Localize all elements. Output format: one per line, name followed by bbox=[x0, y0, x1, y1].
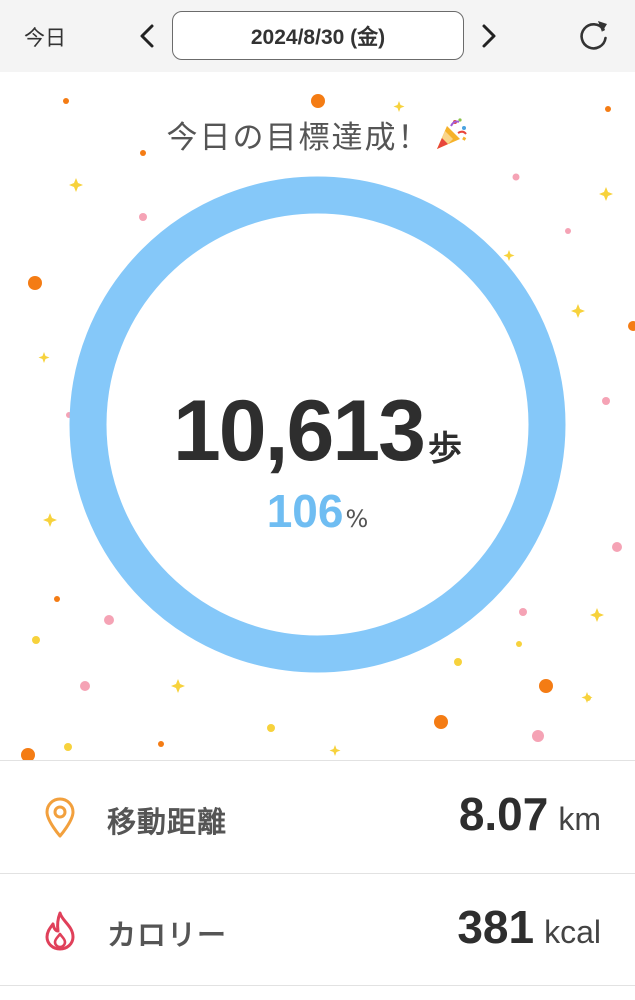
goal-percentage-unit: % bbox=[345, 505, 369, 533]
party-popper-icon bbox=[436, 118, 467, 149]
step-count-value: 10,613 bbox=[172, 383, 426, 479]
chevron-right-icon[interactable] bbox=[477, 20, 501, 52]
date-selector[interactable]: 2024/8/30 (金) bbox=[172, 11, 464, 60]
flame-icon bbox=[45, 911, 75, 951]
distance-label: 移動距離 bbox=[107, 805, 228, 839]
distance-unit: km bbox=[558, 801, 601, 837]
goal-achieved-title: 今日の目標達成！ bbox=[0, 112, 635, 157]
location-pin-icon bbox=[45, 797, 75, 838]
goal-title-text: 今日の目標達成！ bbox=[166, 120, 431, 156]
refresh-icon[interactable] bbox=[577, 17, 611, 53]
goal-percentage-value: 106 bbox=[266, 485, 344, 537]
chevron-left-icon[interactable] bbox=[135, 20, 159, 52]
distance-row: 移動距離 8.07 km bbox=[0, 760, 635, 873]
calorie-row: カロリー 381 kcal bbox=[0, 873, 635, 986]
top-bar: 今日 2024/8/30 (金) bbox=[0, 0, 635, 72]
goal-percentage: 106% bbox=[0, 484, 635, 538]
distance-value-group: 8.07 km bbox=[459, 787, 601, 841]
calorie-label: カロリー bbox=[107, 918, 228, 952]
today-button[interactable]: 今日 bbox=[24, 22, 66, 52]
step-count: 10,613 歩 bbox=[0, 382, 635, 481]
distance-value: 8.07 bbox=[458, 788, 549, 840]
date-label: 2024/8/30 (金) bbox=[250, 25, 386, 49]
step-count-unit: 歩 bbox=[428, 429, 463, 469]
calorie-value: 381 bbox=[457, 901, 535, 953]
calorie-value-group: 381 kcal bbox=[457, 900, 601, 954]
calorie-unit: kcal bbox=[544, 914, 601, 950]
goal-section: 今日の目標達成！ 10,613 歩 106% bbox=[0, 72, 635, 760]
